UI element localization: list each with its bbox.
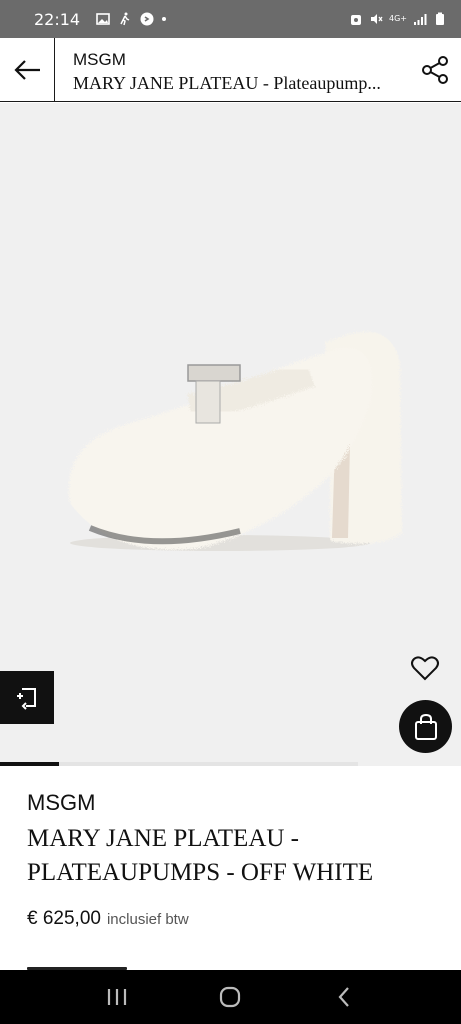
walking-icon <box>120 12 130 26</box>
image-carousel-progress <box>0 762 358 766</box>
system-nav-bar <box>0 970 461 1024</box>
dot-icon <box>162 17 167 21</box>
image-carousel-progress-fill <box>0 762 60 766</box>
battery-icon <box>436 12 444 25</box>
status-time: 22:14 <box>34 9 81 29</box>
header-product-title: MARY JANE PLATEAU - Plateaupump... <box>73 73 381 93</box>
share-icon <box>422 55 448 84</box>
mute-icon <box>371 14 383 24</box>
recent-apps-icon <box>107 989 126 1005</box>
header-titles: MSGM MARY JANE PLATEAU - Plateaupump... <box>55 38 409 101</box>
product-image <box>68 331 402 551</box>
price-row: € 625,00 inclusief btw <box>27 908 447 930</box>
arrow-left-icon <box>14 59 40 80</box>
shazam-icon <box>140 12 154 26</box>
product-name: MARY JANE PLATEAU - PLATEAUPUMPS - OFF W… <box>27 825 374 886</box>
product-info: MSGM MARY JANE PLATEAU - PLATEAUPUMPS - … <box>27 788 447 930</box>
product-price: € 625,00 <box>27 908 101 929</box>
share-button[interactable] <box>409 38 461 101</box>
add-to-bag-button[interactable] <box>399 700 452 753</box>
product-brand[interactable]: MSGM <box>27 788 447 818</box>
recent-apps-button[interactable] <box>97 977 137 1017</box>
alarm-icon <box>351 15 361 25</box>
home-icon <box>220 986 241 1008</box>
signal-icon <box>414 14 427 25</box>
header-brand: MSGM <box>73 50 126 69</box>
network-type: 4G+ <box>389 14 407 23</box>
price-vat-note: inclusief btw <box>106 911 189 928</box>
app-header: MSGM MARY JANE PLATEAU - Plateaupump... <box>0 38 461 102</box>
shopping-bag-icon <box>414 713 437 740</box>
back-nav-icon <box>338 987 349 1007</box>
heart-icon <box>411 656 439 681</box>
compare-button[interactable] <box>0 671 54 724</box>
wishlist-button[interactable] <box>407 650 443 686</box>
compare-icon <box>17 687 36 710</box>
status-bar: 22:14 4G+ <box>0 0 461 38</box>
home-button[interactable] <box>210 977 250 1017</box>
product-image-carousel[interactable] <box>0 103 461 766</box>
back-nav-button[interactable] <box>324 977 364 1017</box>
back-button[interactable] <box>0 38 55 101</box>
image-icon <box>96 13 110 25</box>
